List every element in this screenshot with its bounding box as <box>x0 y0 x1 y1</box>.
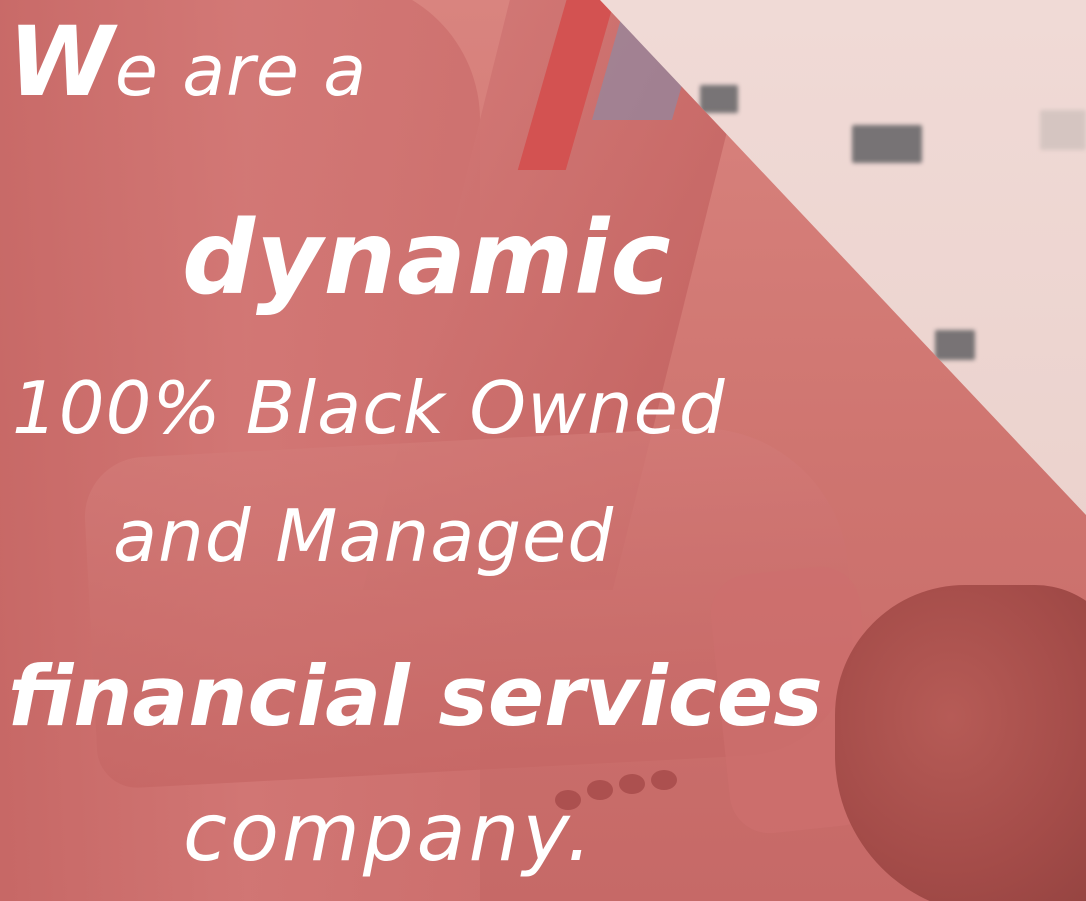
headline-line-2: dynamic <box>182 199 672 318</box>
headline-line-1-text: e are a <box>114 30 368 112</box>
headline-line-6: company. <box>183 786 595 879</box>
headline-line-4: and Managed <box>113 494 615 578</box>
headline-line-5: financial services <box>8 648 823 745</box>
hero-banner: We are a dynamic 100% Black Owned and Ma… <box>0 0 1086 901</box>
headline-initial: W <box>8 6 115 118</box>
headline-line-3: 100% Black Owned <box>12 366 726 450</box>
headline-line-1: We are a <box>8 14 367 110</box>
handshake-hand-shape <box>835 585 1086 901</box>
